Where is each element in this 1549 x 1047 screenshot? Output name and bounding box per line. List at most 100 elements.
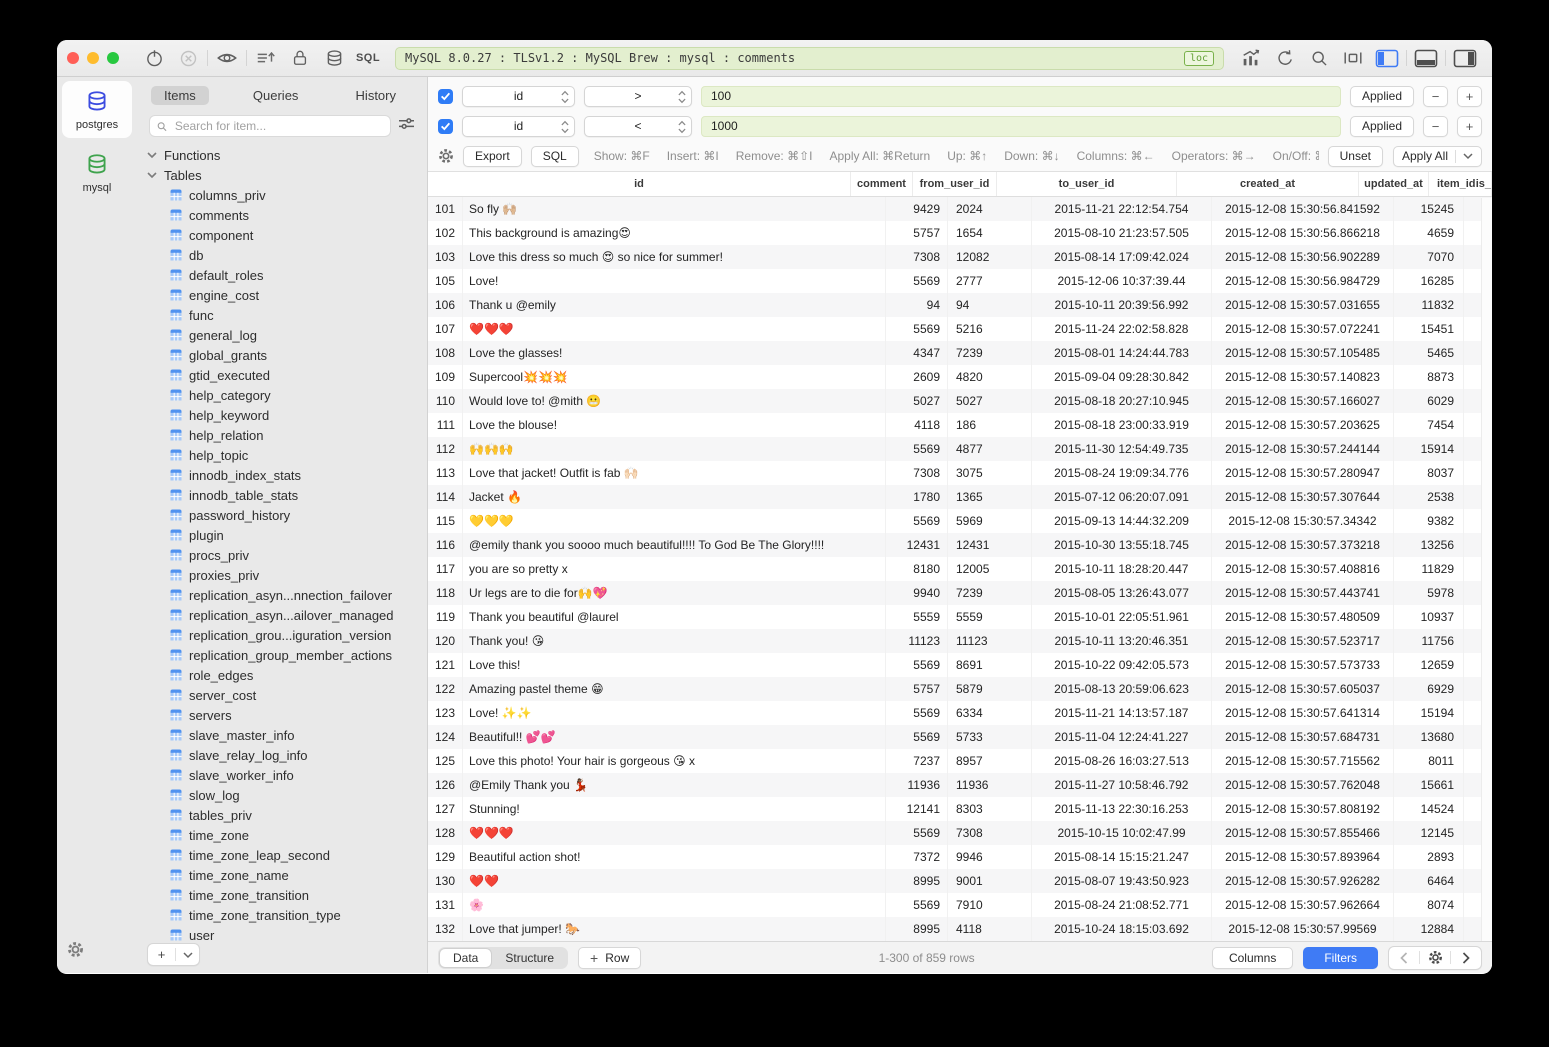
cell-from-user-id[interactable]: 9940	[886, 581, 948, 605]
cell-to-user-id[interactable]: 8957	[948, 749, 1032, 773]
cell-created-at[interactable]: 2015-10-11 18:28:20.447	[1032, 557, 1212, 581]
cell-from-user-id[interactable]: 12141	[886, 797, 948, 821]
connection-status-icon[interactable]	[137, 46, 171, 70]
cell-comment[interactable]: Love the blouse!	[463, 413, 886, 437]
cell-from-user-id[interactable]: 1780	[886, 485, 948, 509]
cell-id[interactable]: 131	[428, 893, 463, 917]
cell-from-user-id[interactable]: 8995	[886, 869, 948, 893]
cell-from-user-id[interactable]: 5569	[886, 509, 948, 533]
cell-to-user-id[interactable]: 94	[948, 293, 1032, 317]
cell-created-at[interactable]: 2015-12-06 10:37:39.44	[1032, 269, 1212, 293]
sql-button[interactable]: SQL	[531, 146, 579, 167]
sidebar-table-item[interactable]: servers	[137, 705, 427, 725]
cell-comment[interactable]: Love this photo! Your hair is gorgeous 😘…	[463, 749, 886, 773]
cell-comment[interactable]: Love! ✨✨	[463, 701, 886, 725]
cell-id[interactable]: 114	[428, 485, 463, 509]
cell-to-user-id[interactable]: 1365	[948, 485, 1032, 509]
close-window-button[interactable]	[67, 52, 79, 64]
toggle-right-sidebar-icon[interactable]	[1448, 46, 1482, 70]
search-icon[interactable]	[1302, 46, 1336, 70]
cell-updated-at[interactable]: 2015-12-08 15:30:57.072241	[1212, 317, 1394, 341]
cell-from-user-id[interactable]: 11936	[886, 773, 948, 797]
cell-created-at[interactable]: 2015-11-21 22:12:54.754	[1032, 197, 1212, 221]
cell-created-at[interactable]: 2015-11-30 12:54:49.735	[1032, 437, 1212, 461]
sidebar-table-item[interactable]: slave_master_info	[137, 725, 427, 745]
cell-from-user-id[interactable]: 4347	[886, 341, 948, 365]
sidebar-table-item[interactable]: help_topic	[137, 445, 427, 465]
log-icon[interactable]	[249, 46, 283, 70]
tab-queries[interactable]: Queries	[240, 86, 312, 105]
cell-updated-at[interactable]: 2015-12-08 15:30:57.307644	[1212, 485, 1394, 509]
cell-id[interactable]: 101	[428, 197, 463, 221]
cell-updated-at[interactable]: 2015-12-08 15:30:56.902289	[1212, 245, 1394, 269]
table-row[interactable]: 106 Thank u @emily 94 94 2015-10-11 20:3…	[428, 293, 1492, 317]
cell-to-user-id[interactable]: 12082	[948, 245, 1032, 269]
cell-item-id[interactable]: 5465	[1394, 341, 1464, 365]
cell-to-user-id[interactable]: 7910	[948, 893, 1032, 917]
cell-created-at[interactable]: 2015-11-27 10:58:46.792	[1032, 773, 1212, 797]
cell-id[interactable]: 123	[428, 701, 463, 725]
cell-updated-at[interactable]: 2015-12-08 15:30:57.443741	[1212, 581, 1394, 605]
cell-comment[interactable]: Thank u @emily	[463, 293, 886, 317]
refresh-icon[interactable]	[1268, 46, 1302, 70]
cell-updated-at[interactable]: 2015-12-08 15:30:57.99569	[1212, 917, 1394, 941]
cell-updated-at[interactable]: 2015-12-08 15:30:57.244144	[1212, 437, 1394, 461]
cell-id[interactable]: 107	[428, 317, 463, 341]
cell-created-at[interactable]: 2015-08-26 16:03:27.513	[1032, 749, 1212, 773]
cell-id[interactable]: 115	[428, 509, 463, 533]
sidebar-table-item[interactable]: proxies_priv	[137, 565, 427, 585]
cell-id[interactable]: 129	[428, 845, 463, 869]
filter-remove-button[interactable]: −	[1423, 86, 1448, 107]
cell-item-id[interactable]: 12659	[1394, 653, 1464, 677]
cell-to-user-id[interactable]: 7239	[948, 581, 1032, 605]
cell-id[interactable]: 124	[428, 725, 463, 749]
lock-icon[interactable]	[283, 46, 317, 70]
cell-updated-at[interactable]: 2015-12-08 15:30:57.203625	[1212, 413, 1394, 437]
cell-to-user-id[interactable]: 3075	[948, 461, 1032, 485]
cell-id[interactable]: 103	[428, 245, 463, 269]
cell-updated-at[interactable]: 2015-12-08 15:30:57.031655	[1212, 293, 1394, 317]
cell-updated-at[interactable]: 2015-12-08 15:30:57.762048	[1212, 773, 1394, 797]
cell-id[interactable]: 125	[428, 749, 463, 773]
tab-data[interactable]: Data	[439, 948, 492, 968]
table-row[interactable]: 124 Beautiful!! 💕💕 5569 5733 2015-11-04 …	[428, 725, 1492, 749]
sidebar-table-item[interactable]: time_zone_transition_type	[137, 905, 427, 925]
zoom-window-button[interactable]	[107, 52, 119, 64]
sidebar-table-item[interactable]: tables_priv	[137, 805, 427, 825]
cell-updated-at[interactable]: 2015-12-08 15:30:57.641314	[1212, 701, 1394, 725]
table-row[interactable]: 121 Love this! 5569 8691 2015-10-22 09:4…	[428, 653, 1492, 677]
cell-item-id[interactable]: 6464	[1394, 869, 1464, 893]
cell-from-user-id[interactable]: 5569	[886, 317, 948, 341]
database-icon[interactable]	[317, 46, 351, 70]
sidebar-table-item[interactable]: slow_log	[137, 785, 427, 805]
cell-created-at[interactable]: 2015-11-21 14:13:57.187	[1032, 701, 1212, 725]
table-row[interactable]: 130 ❤️❤️ 8995 9001 2015-08-07 19:43:50.9…	[428, 869, 1492, 893]
cell-from-user-id[interactable]: 5757	[886, 677, 948, 701]
cell-created-at[interactable]: 2015-10-15 10:02:47.99	[1032, 821, 1212, 845]
table-row[interactable]: 126 @Emily Thank you 💃🏾 11936 11936 2015…	[428, 773, 1492, 797]
cell-item-id[interactable]: 13256	[1394, 533, 1464, 557]
chart-icon[interactable]	[1234, 46, 1268, 70]
cell-created-at[interactable]: 2015-07-12 06:20:07.091	[1032, 485, 1212, 509]
table-row[interactable]: 122 Amazing pastel theme 😁 5757 5879 201…	[428, 677, 1492, 701]
filter-add-button[interactable]: +	[1457, 116, 1482, 137]
sidebar-table-item[interactable]: global_grants	[137, 345, 427, 365]
cell-comment[interactable]: @emily thank you soooo much beautiful!!!…	[463, 533, 886, 557]
cell-to-user-id[interactable]: 9001	[948, 869, 1032, 893]
cell-item-id[interactable]: 11832	[1394, 293, 1464, 317]
sidebar-table-item[interactable]: comments	[137, 205, 427, 225]
cell-id[interactable]: 116	[428, 533, 463, 557]
table-row[interactable]: 125 Love this photo! Your hair is gorgeo…	[428, 749, 1492, 773]
cell-updated-at[interactable]: 2015-12-08 15:30:57.715562	[1212, 749, 1394, 773]
cell-updated-at[interactable]: 2015-12-08 15:30:57.480509	[1212, 605, 1394, 629]
cell-to-user-id[interactable]: 5879	[948, 677, 1032, 701]
cell-to-user-id[interactable]: 4877	[948, 437, 1032, 461]
cell-comment[interactable]: ❤️❤️	[463, 869, 886, 893]
cell-created-at[interactable]: 2015-08-05 13:26:43.077	[1032, 581, 1212, 605]
cell-item-id[interactable]: 12145	[1394, 821, 1464, 845]
table-row[interactable]: 109 Supercool💥💥💥 2609 4820 2015-09-04 09…	[428, 365, 1492, 389]
filter-add-button[interactable]: +	[1457, 86, 1482, 107]
cell-id[interactable]: 119	[428, 605, 463, 629]
sidebar-table-item[interactable]: slave_relay_log_info	[137, 745, 427, 765]
cell-item-id[interactable]: 14524	[1394, 797, 1464, 821]
